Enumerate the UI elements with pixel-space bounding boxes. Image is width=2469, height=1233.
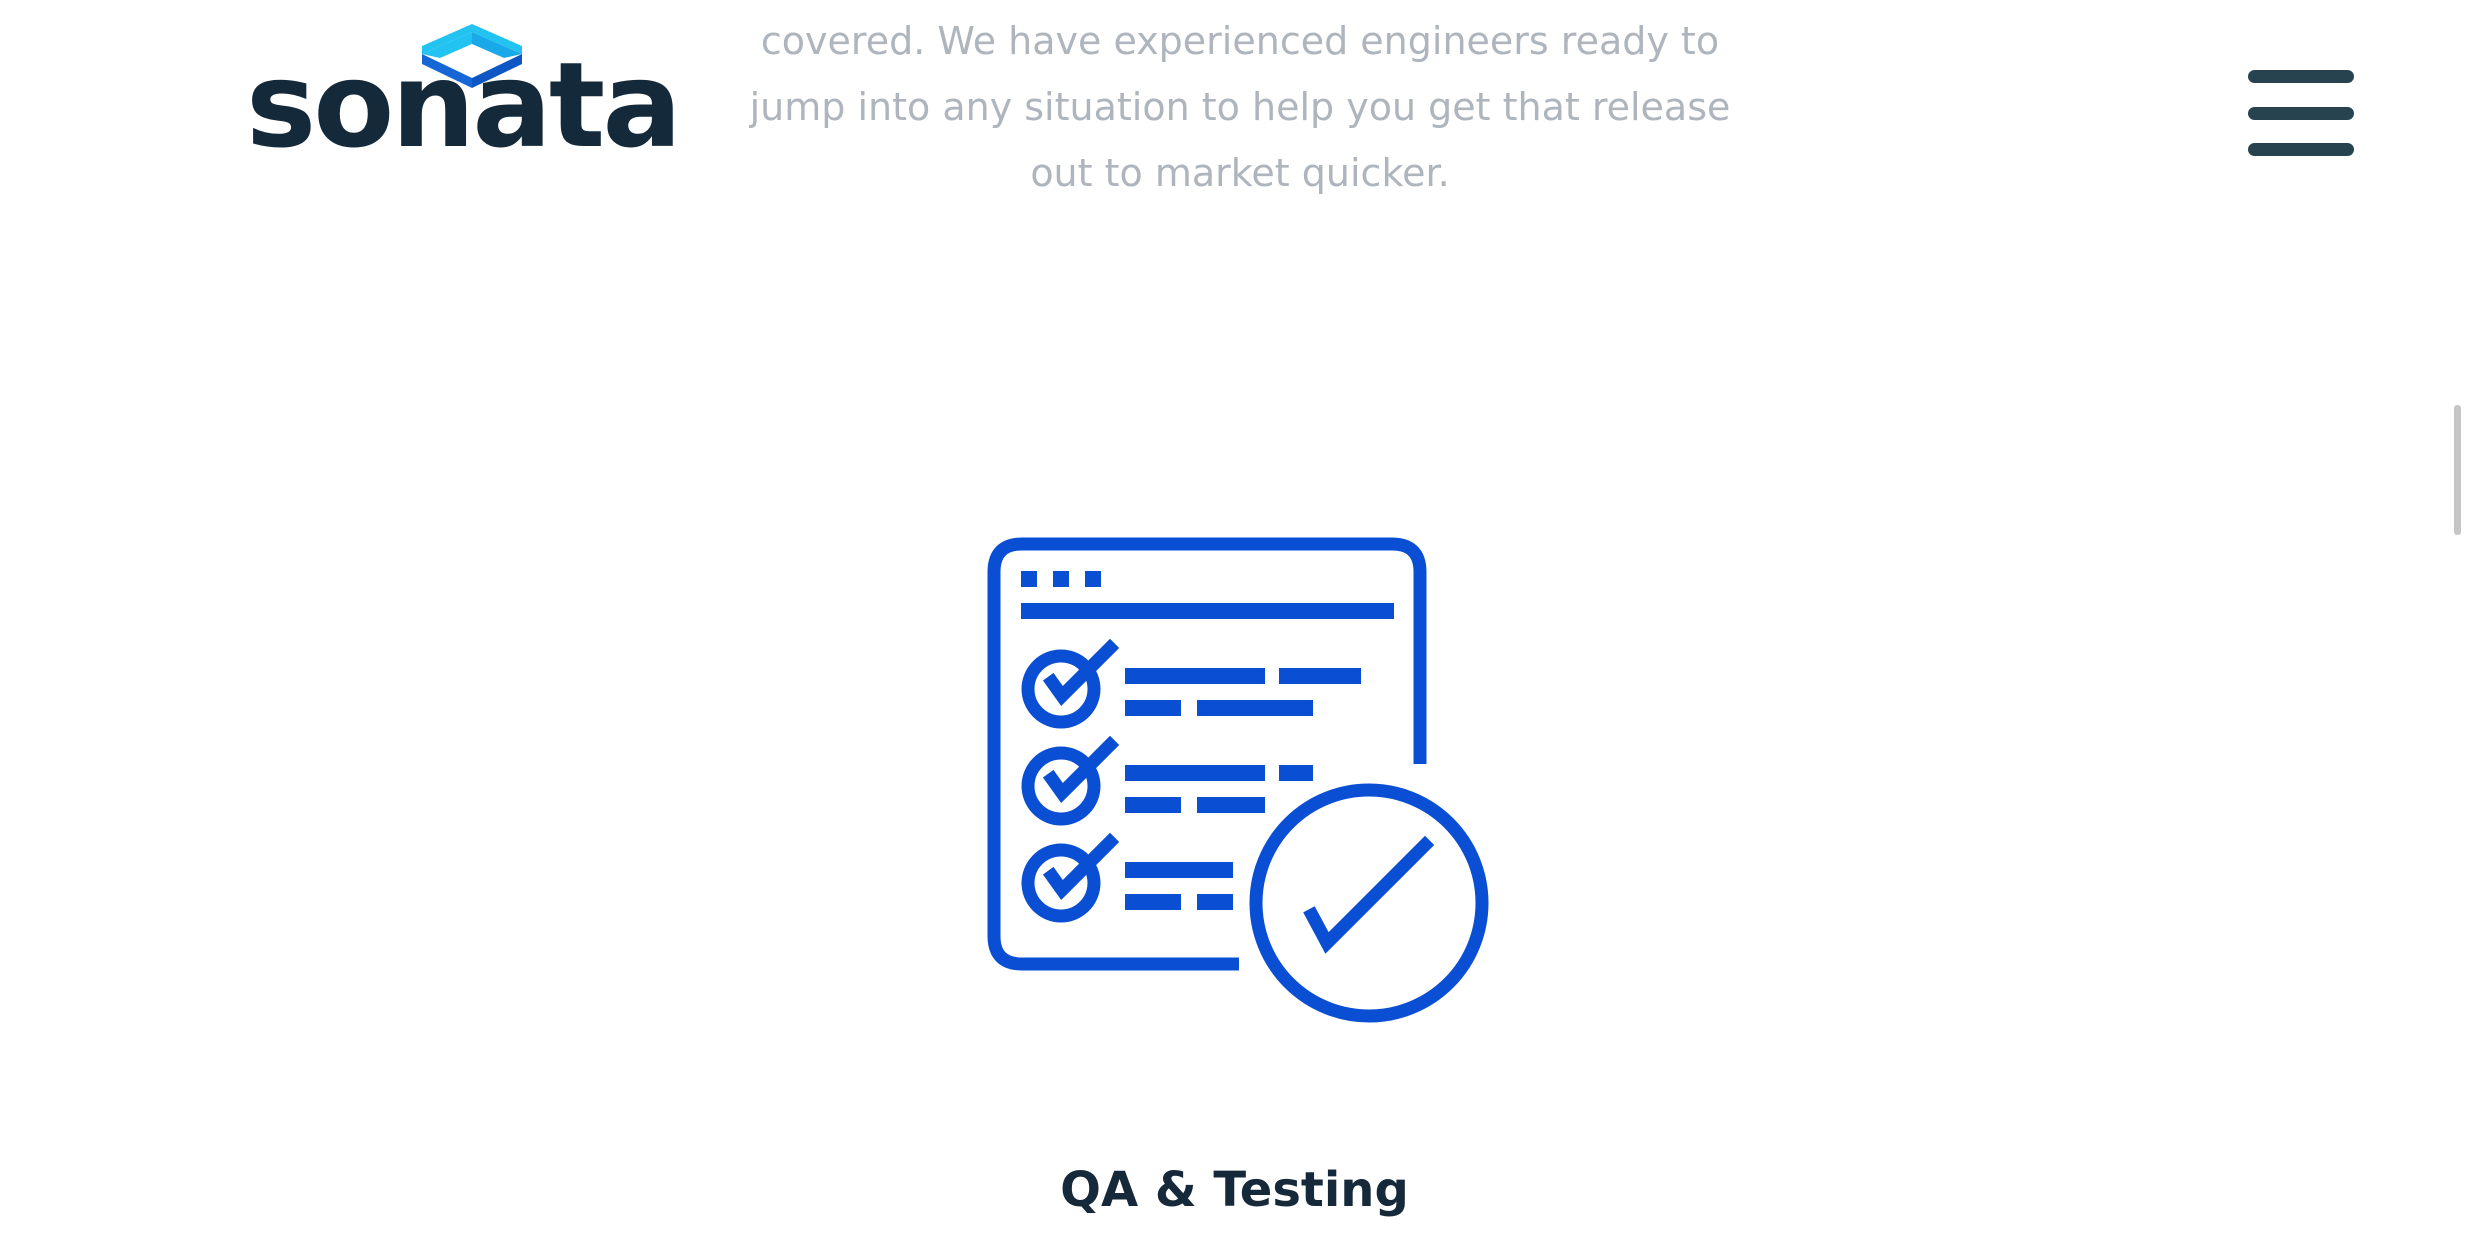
- hamburger-menu-button[interactable]: [2246, 70, 2356, 156]
- menu-bar-top: [2248, 70, 2354, 83]
- intro-line: covered. We have experienced engineers r…: [760, 19, 1720, 63]
- page-scrollbar-thumb[interactable]: [2454, 405, 2461, 535]
- menu-bar-bottom: [2248, 143, 2354, 156]
- service-title: QA & Testing: [1060, 1162, 1409, 1218]
- menu-bar-middle: [2248, 107, 2354, 120]
- qa-checklist-icon: [987, 537, 1489, 1023]
- site-header: sonata covered. We have experienced engi…: [0, 0, 2469, 200]
- intro-line: jump into any situation to help you get …: [749, 85, 1731, 129]
- brand-name: sonata: [246, 36, 682, 174]
- intro-text: covered. We have experienced engineers r…: [700, 8, 1780, 206]
- intro-line: out to market quicker.: [1030, 151, 1450, 195]
- sonata-logo[interactable]: sonata: [246, 24, 682, 164]
